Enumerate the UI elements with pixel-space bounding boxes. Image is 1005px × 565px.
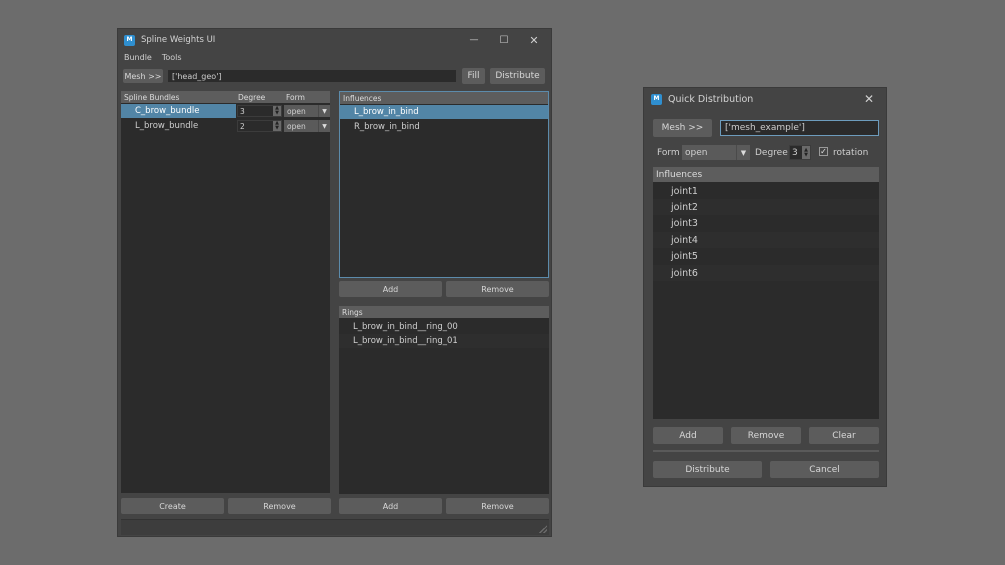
form-value: open <box>685 147 708 158</box>
remove-bundle-button[interactable]: Remove <box>228 498 331 514</box>
form-dropdown[interactable]: open ▼ <box>284 120 330 132</box>
bundles-column-degree: Degree <box>238 92 266 102</box>
joint-item[interactable]: joint2 <box>653 199 879 215</box>
spin-arrows-icon[interactable]: ▲ ▼ <box>273 121 281 131</box>
form-value: open <box>287 106 306 116</box>
degree-value: 3 <box>792 147 798 158</box>
degree-value: 2 <box>240 121 245 131</box>
quick-window-titlebar[interactable]: M Quick Distribution ✕ <box>644 88 886 110</box>
status-bar <box>121 519 549 535</box>
joint-item[interactable]: joint6 <box>653 265 879 281</box>
degree-value: 3 <box>240 106 245 116</box>
influences-header: Influences <box>340 92 548 104</box>
mesh-button[interactable]: Mesh >> <box>653 119 712 137</box>
add-influence-button[interactable]: Add <box>339 281 442 297</box>
joint-item[interactable]: joint5 <box>653 248 879 265</box>
quick-distribution-window: M Quick Distribution ✕ Mesh >> ['mesh_ex… <box>643 87 887 487</box>
window-title: Quick Distribution <box>668 93 754 105</box>
chevron-down-icon: ▼ <box>318 105 330 117</box>
bundles-column-name: Spline Bundles <box>124 92 180 102</box>
rings-header: Rings <box>339 306 549 318</box>
influence-name: L_brow_in_bind <box>354 107 419 117</box>
remove-ring-button[interactable]: Remove <box>446 498 549 514</box>
add-ring-button[interactable]: Add <box>339 498 442 514</box>
bundle-name: L_brow_bundle <box>135 121 199 131</box>
cancel-button[interactable]: Cancel <box>770 461 879 478</box>
ring-item[interactable]: L_brow_in_bind__ring_01 <box>339 334 549 348</box>
form-dropdown[interactable]: open ▼ <box>284 105 330 117</box>
mesh-field[interactable]: ['mesh_example'] <box>720 120 879 136</box>
spline-window-titlebar[interactable]: M Spline Weights UI — ☐ ✕ <box>118 29 551 51</box>
influence-name: R_brow_in_bind <box>354 122 420 132</box>
remove-joint-button[interactable]: Remove <box>731 427 801 444</box>
spline-bundles-table: Spline Bundles Degree Form C_brow_bundle… <box>121 91 330 493</box>
joint-influences-list: Influences joint1 joint2 joint3 joint4 j… <box>653 167 879 419</box>
influence-item[interactable]: L_brow_in_bind <box>340 105 548 119</box>
close-icon[interactable]: ✕ <box>854 88 884 110</box>
influences-header: Influences <box>653 167 879 182</box>
bundles-header-row: Spline Bundles Degree Form <box>121 91 330 103</box>
degree-spinbox[interactable]: 2 ▲ ▼ <box>237 120 282 132</box>
mesh-button[interactable]: Mesh >> <box>123 69 163 83</box>
joint-name: joint1 <box>671 185 698 197</box>
app-icon: M <box>651 93 662 105</box>
mesh-field[interactable]: ['head_geo'] <box>168 70 456 82</box>
menu-bar: Bundle Tools <box>124 53 182 62</box>
ring-name: L_brow_in_bind__ring_00 <box>353 322 458 332</box>
distribute-button[interactable]: Distribute <box>653 461 762 478</box>
rotation-label: rotation <box>833 148 869 158</box>
rotation-checkbox[interactable]: ✓ <box>819 147 828 156</box>
window-title: Spline Weights UI <box>141 35 216 45</box>
close-icon[interactable]: ✕ <box>519 29 549 51</box>
joint-item[interactable]: joint3 <box>653 215 879 232</box>
bundles-column-form: Form <box>286 92 305 102</box>
spline-weights-window: M Spline Weights UI — ☐ ✕ Bundle Tools M… <box>117 28 552 537</box>
joint-item[interactable]: joint1 <box>653 183 879 199</box>
form-label: Form <box>657 148 680 158</box>
form-dropdown[interactable]: open ▼ <box>682 145 750 160</box>
rings-list: Rings L_brow_in_bind__ring_00 L_brow_in_… <box>339 306 549 494</box>
clear-joints-button[interactable]: Clear <box>809 427 879 444</box>
create-bundle-button[interactable]: Create <box>121 498 224 514</box>
joint-name: joint4 <box>671 234 698 246</box>
add-joint-button[interactable]: Add <box>653 427 723 444</box>
degree-label: Degree <box>755 148 788 158</box>
influence-item[interactable]: R_brow_in_bind <box>340 120 548 134</box>
ring-name: L_brow_in_bind__ring_01 <box>353 336 458 346</box>
joint-name: joint6 <box>671 267 698 279</box>
chevron-down-icon: ▼ <box>736 145 750 160</box>
menu-tools[interactable]: Tools <box>162 53 182 62</box>
form-value: open <box>287 121 306 131</box>
joint-name: joint5 <box>671 251 698 262</box>
chevron-down-icon: ▼ <box>318 120 330 132</box>
spin-arrows-icon[interactable]: ▲ ▼ <box>802 146 810 159</box>
distribute-button[interactable]: Distribute <box>490 68 545 84</box>
fill-button[interactable]: Fill <box>462 68 485 84</box>
divider <box>653 450 879 452</box>
joint-name: joint2 <box>671 201 698 213</box>
bundle-row[interactable]: C_brow_bundle <box>121 104 236 118</box>
influences-list: Influences L_brow_in_bind R_brow_in_bind <box>339 91 549 278</box>
joint-item[interactable]: joint4 <box>653 232 879 248</box>
maximize-icon[interactable]: ☐ <box>489 29 519 51</box>
menu-bundle[interactable]: Bundle <box>124 53 152 62</box>
degree-spinbox[interactable]: 3 ▲ ▼ <box>237 105 282 117</box>
bundle-name: C_brow_bundle <box>135 106 200 116</box>
resize-grip-icon[interactable] <box>539 525 547 533</box>
spin-arrows-icon[interactable]: ▲ ▼ <box>273 106 281 116</box>
remove-influence-button[interactable]: Remove <box>446 281 549 297</box>
app-icon: M <box>124 34 135 46</box>
bundle-row[interactable]: L_brow_bundle <box>121 119 236 133</box>
minimize-icon[interactable]: — <box>459 29 489 51</box>
joint-name: joint3 <box>671 218 698 229</box>
ring-item[interactable]: L_brow_in_bind__ring_00 <box>339 320 549 334</box>
degree-spinbox[interactable]: 3 ▲ ▼ <box>789 145 811 160</box>
